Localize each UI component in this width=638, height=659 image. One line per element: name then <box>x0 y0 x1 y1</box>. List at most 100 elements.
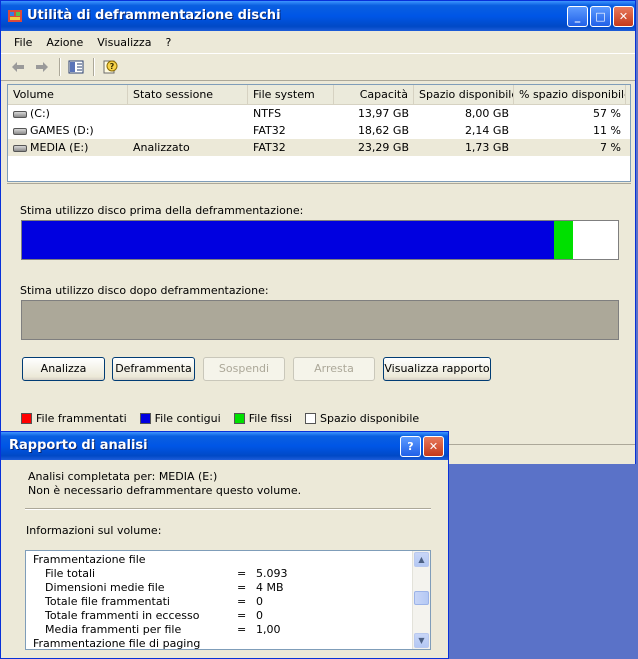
col-session-status[interactable]: Stato sessione <box>128 85 248 104</box>
menu-azione[interactable]: Azione <box>39 36 90 49</box>
after-defrag-label: Stima utilizzo disco dopo deframmentazio… <box>20 284 269 297</box>
report-line-equals: = <box>237 623 247 636</box>
view-report-button[interactable]: Visualizza rapporto <box>383 357 491 381</box>
before-defrag-bar <box>21 220 619 260</box>
after-defrag-bar <box>21 300 619 340</box>
file-system: NTFS <box>253 107 282 120</box>
dialog-help-button[interactable]: ? <box>400 436 421 457</box>
legend-system: File fissi <box>248 412 293 425</box>
report-line-value: 5.093 <box>256 567 288 580</box>
table-row[interactable]: (C:) NTFS 13,97 GB 8,00 GB 57 % <box>8 105 630 122</box>
report-line-label: Dimensioni medie file <box>45 581 165 594</box>
free-space: 8,00 GB <box>464 107 509 120</box>
back-arrow-icon[interactable] <box>7 57 29 77</box>
volume-name: (C:) <box>30 107 50 120</box>
capacity: 18,62 GB <box>357 124 409 137</box>
before-defrag-label: Stima utilizzo disco prima della deframm… <box>20 204 304 217</box>
menu-file[interactable]: File <box>7 36 39 49</box>
menu-help[interactable]: ? <box>158 36 178 49</box>
toolbar-separator <box>59 58 61 76</box>
report-line-equals: = <box>237 581 247 594</box>
dialog-title: Rapporto di analisi <box>9 438 148 453</box>
volume-report-text[interactable]: Frammentazione file File totali = 5.093 Dime… <box>25 550 431 650</box>
volume-name: MEDIA (E:) <box>30 141 89 154</box>
analyze-button[interactable]: Analizza <box>22 357 105 381</box>
hard-drive-icon <box>13 110 27 118</box>
report-line-value: 4 MB <box>256 581 284 594</box>
toolbar: ? <box>1 53 635 81</box>
maximize-button[interactable]: □ <box>590 6 611 27</box>
stop-button[interactable]: Arresta <box>293 357 375 381</box>
menu-bar: File Azione Visualizza ? <box>1 31 635 53</box>
contiguous-swatch <box>139 413 151 424</box>
free-swatch <box>305 413 317 424</box>
defragment-button[interactable]: Deframmenta <box>112 357 195 381</box>
report-line-label: Frammentazione file di paging <box>33 637 201 650</box>
toolbar-separator <box>93 58 95 76</box>
dialog-close-button[interactable]: ✕ <box>423 436 444 457</box>
capacity: 23,29 GB <box>357 141 409 154</box>
analysis-completed-text: Analisi completata per: MEDIA (E:) <box>28 470 218 483</box>
report-line-equals: = <box>237 567 247 580</box>
divider <box>25 508 431 510</box>
contiguous-segment <box>22 221 555 259</box>
scroll-down-icon[interactable]: ▼ <box>414 633 429 648</box>
volume-list-header: Volume Stato sessione File system Capaci… <box>8 85 630 105</box>
free-space: 1,73 GB <box>464 141 509 154</box>
hard-drive-icon <box>13 127 27 135</box>
col-capacity[interactable]: Capacità <box>334 85 414 104</box>
system-segment <box>554 221 574 259</box>
report-line-label: Media frammenti per file <box>45 623 182 636</box>
report-line-value: 0 <box>256 609 263 622</box>
main-title-bar[interactable]: Utilità di deframmentazione dischi _ □ ✕ <box>1 1 635 31</box>
session-status: Analizzato <box>133 141 190 154</box>
color-legend: File frammentati File contigui File fiss… <box>21 412 432 425</box>
pause-button[interactable]: Sospendi <box>203 357 285 381</box>
show-hide-pane-icon[interactable] <box>65 57 87 77</box>
system-swatch <box>233 413 245 424</box>
table-row[interactable]: GAMES (D:) FAT32 18,62 GB 2,14 GB 11 % <box>8 122 630 139</box>
table-row[interactable]: MEDIA (E:) Analizzato FAT32 23,29 GB 1,7… <box>8 139 630 156</box>
report-line-equals: = <box>237 595 247 608</box>
legend-contiguous: File contigui <box>154 412 221 425</box>
svg-text:?: ? <box>110 62 115 71</box>
free-segment <box>573 221 618 259</box>
pct-free: 57 % <box>593 107 621 120</box>
hard-drive-icon <box>13 144 27 152</box>
forward-arrow-icon[interactable] <box>31 57 53 77</box>
defrag-main-window: Utilità di deframmentazione dischi _ □ ✕… <box>0 0 636 464</box>
report-line-equals: = <box>237 609 247 622</box>
legend-fragmented: File frammentati <box>36 412 127 425</box>
help-properties-icon[interactable]: ? <box>99 57 121 77</box>
col-pct-free[interactable]: % spazio disponibile <box>514 85 626 104</box>
volume-info-label: Informazioni sul volume: <box>26 524 162 537</box>
pct-free: 11 % <box>593 124 621 137</box>
fragmented-swatch <box>21 413 32 424</box>
minimize-button[interactable]: _ <box>567 6 588 27</box>
volume-list[interactable]: Volume Stato sessione File system Capaci… <box>7 84 631 182</box>
report-line-label: Totale frammenti in eccesso <box>45 609 200 622</box>
main-window-title: Utilità di deframmentazione dischi <box>27 8 281 23</box>
scroll-up-icon[interactable]: ▲ <box>414 552 429 567</box>
col-free-space[interactable]: Spazio disponibile <box>414 85 514 104</box>
report-scrollbar[interactable]: ▲ ▼ <box>412 551 430 649</box>
file-system: FAT32 <box>253 141 286 154</box>
defrag-app-icon <box>7 8 23 24</box>
menu-visualizza[interactable]: Visualizza <box>90 36 158 49</box>
col-volume[interactable]: Volume <box>8 85 128 104</box>
dialog-title-bar[interactable]: Rapporto di analisi ? ✕ <box>1 432 448 460</box>
close-button[interactable]: ✕ <box>613 6 634 27</box>
report-line-label: Totale file frammentati <box>45 595 170 608</box>
report-line-value: 0 <box>256 595 263 608</box>
pct-free: 7 % <box>600 141 621 154</box>
analysis-message: Non è necessario deframmentare questo vo… <box>28 484 302 497</box>
report-line-label: Frammentazione file <box>33 553 146 566</box>
scroll-thumb[interactable] <box>414 591 429 606</box>
report-line-value: 1,00 <box>256 623 281 636</box>
free-space: 2,14 GB <box>464 124 509 137</box>
col-file-system[interactable]: File system <box>248 85 334 104</box>
legend-free: Spazio disponibile <box>320 412 420 425</box>
file-system: FAT32 <box>253 124 286 137</box>
volume-name: GAMES (D:) <box>30 124 94 137</box>
analysis-report-dialog: Rapporto di analisi ? ✕ Analisi completa… <box>0 431 449 659</box>
